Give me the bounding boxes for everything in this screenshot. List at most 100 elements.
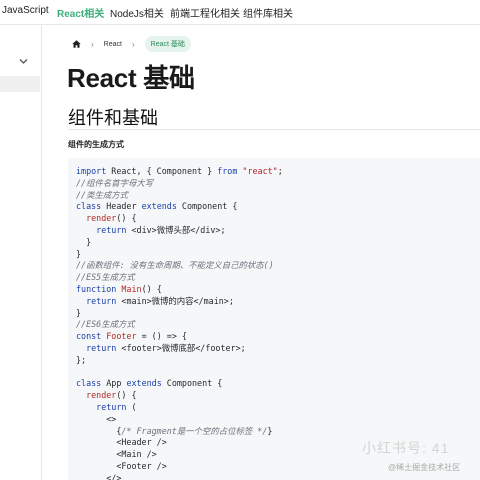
code-token: render <box>86 390 117 401</box>
code-token: Component { <box>161 378 223 389</box>
code-line: } <box>76 249 480 261</box>
nav-item-react[interactable]: React相关 <box>57 5 104 20</box>
code-token: class <box>76 201 102 212</box>
code-token: App <box>101 378 127 389</box>
chevron-down-icon[interactable] <box>19 58 28 65</box>
code-line: //函数组件: 没有生命周期、不能定义自己的状态() <box>76 260 480 272</box>
code-line: //ES6生成方式 <box>76 319 480 331</box>
code-token: //组件名首字母大写 <box>76 177 154 188</box>
code-line: } <box>76 237 480 249</box>
paragraph: 组件的生成方式 <box>68 140 124 149</box>
breadcrumb-item-react[interactable]: React <box>104 41 122 48</box>
code-line: {/* Fragment是一个空的占位标签 */} <box>76 426 480 438</box>
code-line: class App extends Component { <box>76 378 480 390</box>
code-token: <div>微博头部</div>; <box>126 224 226 235</box>
code-token: const <box>76 331 102 342</box>
code-line: return ( <box>76 402 480 414</box>
code-token: Component { <box>176 201 238 212</box>
code-token: return <box>86 342 117 353</box>
sidebar <box>0 25 42 480</box>
code-line: } <box>76 308 480 320</box>
watermark-xiaohongshu: 小红书号: 41 <box>362 440 450 456</box>
code-token: <main>微博的内容</main>; <box>116 295 234 306</box>
breadcrumb-separator: › <box>91 39 94 49</box>
nav-item-frontend-engineering[interactable]: 前端工程化相关 <box>170 5 240 20</box>
code-token: Footer <box>106 331 137 342</box>
code-token: extends <box>141 201 177 212</box>
code-token: { <box>76 425 122 436</box>
code-token: function <box>76 283 117 294</box>
code-token: }; <box>76 354 87 365</box>
code-token: Main <box>121 283 142 294</box>
code-token: //ES5生成方式 <box>76 272 135 283</box>
code-line: render() { <box>76 213 480 225</box>
breadcrumb-current: React 基础 <box>144 36 191 52</box>
code-token: return <box>96 224 127 235</box>
home-icon[interactable] <box>72 40 81 48</box>
top-navbar: JavaScript React相关 NodeJs相关 前端工程化相关 组件库相… <box>0 0 480 25</box>
code-line: //ES5生成方式 <box>76 272 480 284</box>
breadcrumb: › React › React 基础 <box>72 36 191 52</box>
code-line: <> <box>76 414 480 426</box>
code-content: import React, { Component } from "react"… <box>68 158 480 480</box>
code-token: } <box>76 307 82 318</box>
code-line: return <div>微博头部</div>; <box>76 225 480 237</box>
code-token: ( <box>126 401 137 412</box>
code-line: //类生成方式 <box>76 190 480 202</box>
code-token: return <box>86 295 117 306</box>
code-token: import <box>76 166 107 176</box>
code-line: const Footer = () => { <box>76 331 480 343</box>
watermark-juejin: @稀土掘金技术社区 <box>388 463 461 472</box>
code-token: return <box>96 401 127 412</box>
code-token: /* Fragment是一个空的占位标签 */ <box>121 425 268 436</box>
code-token: } <box>76 248 82 259</box>
code-line: return <main>微博的内容</main>; <box>76 296 480 308</box>
nav-item-javascript[interactable]: JavaScript <box>2 5 49 16</box>
code-token: = () => { <box>136 331 187 342</box>
code-token: () { <box>116 213 137 224</box>
code-token: extends <box>126 378 162 389</box>
code-token: render <box>86 213 117 224</box>
code-token: <Header /> <box>76 437 167 448</box>
code-token: <Main /> <box>76 449 157 460</box>
code-line: render() { <box>76 390 480 402</box>
code-line: }; <box>76 355 480 367</box>
code-token: "react" <box>242 166 278 176</box>
code-token: <Footer /> <box>76 460 167 471</box>
code-token: class <box>76 378 102 389</box>
code-line: class Header extends Component { <box>76 201 480 213</box>
section-heading: 组件和基础 <box>68 108 158 129</box>
code-token: //ES6生成方式 <box>76 319 135 330</box>
page-title: React 基础 <box>67 63 195 93</box>
code-line: //组件名首字母大写 <box>76 178 480 190</box>
heading-divider <box>68 129 480 130</box>
code-token: <> <box>76 413 117 424</box>
code-token: () { <box>141 283 162 294</box>
code-token: //类生成方式 <box>76 189 128 200</box>
code-token: //函数组件: 没有生命周期、不能定义自己的状态() <box>76 260 274 271</box>
code-token: ; <box>277 166 283 176</box>
code-token: } <box>267 425 273 436</box>
breadcrumb-separator: › <box>131 39 135 49</box>
code-token: <footer>微博底部</footer>; <box>116 342 246 353</box>
nav-item-component-libraries[interactable]: 组件库相关 <box>243 5 293 20</box>
code-token: } <box>76 236 92 247</box>
code-token: from <box>217 166 238 176</box>
code-line: function Main() { <box>76 284 480 296</box>
code-token: React, { Component } <box>106 166 218 176</box>
nav-item-nodejs[interactable]: NodeJs相关 <box>110 5 164 20</box>
sidebar-selected-item[interactable] <box>0 76 40 92</box>
code-line: import React, { Component } from "react"… <box>76 166 480 178</box>
code-token: </> <box>76 472 122 480</box>
code-token: Header <box>101 201 142 212</box>
code-block: import React, { Component } from "react"… <box>68 158 480 480</box>
code-line: return <footer>微博底部</footer>; <box>76 343 480 355</box>
code-line: </> <box>76 473 480 480</box>
